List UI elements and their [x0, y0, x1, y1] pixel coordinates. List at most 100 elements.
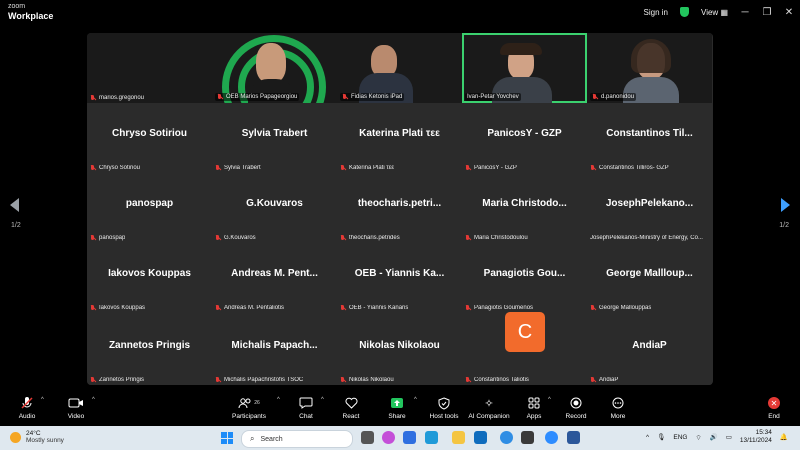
- maximize-button[interactable]: ❐: [756, 7, 778, 18]
- participant-tile[interactable]: Maria Christodo... Maria Christodoulou: [462, 173, 587, 243]
- windows-start-icon[interactable]: [221, 432, 233, 444]
- participant-name: theocharis.petri...: [357, 198, 442, 209]
- participant-label-text: panospap: [99, 235, 126, 241]
- participant-label-text: Katerina Plati τεε: [349, 165, 395, 171]
- previous-page-arrow-icon[interactable]: [10, 198, 19, 212]
- edge-icon[interactable]: [403, 431, 416, 444]
- end-meeting-button[interactable]: ✕ End: [749, 396, 799, 420]
- participant-label: OEB Marios Papageorgiou: [215, 93, 300, 101]
- participant-tile[interactable]: panospap panospap: [87, 173, 212, 243]
- sign-in-link[interactable]: Sign in: [644, 8, 668, 17]
- participants-count: 26: [254, 400, 260, 406]
- zoom-icon[interactable]: [545, 431, 558, 444]
- ai-companion-label: AI Companion: [468, 413, 510, 420]
- participant-tile-active-speaker[interactable]: Ivan-Petar Yovchev: [462, 33, 587, 107]
- participant-tile[interactable]: George Mallloup... George Mallouppas: [587, 243, 712, 313]
- participant-name: Maria Christodo...: [482, 198, 567, 209]
- close-button[interactable]: ✕: [778, 7, 800, 18]
- react-button[interactable]: React: [326, 396, 376, 420]
- participant-label: Fidias Ketonis iPad: [340, 93, 405, 101]
- participant-label: Maria Christodoulou: [465, 235, 528, 241]
- speaker-icon[interactable]: 🔊: [710, 433, 718, 441]
- participant-tile[interactable]: Fidias Ketonis iPad: [337, 33, 462, 107]
- participant-tile[interactable]: d.panonidou: [587, 33, 712, 107]
- audio-options-chevron-icon[interactable]: ^: [41, 397, 44, 403]
- store-icon[interactable]: [425, 431, 438, 444]
- participants-button[interactable]: 26 Participants: [224, 396, 274, 420]
- next-page-arrow-icon[interactable]: [781, 198, 790, 212]
- participant-name: Chryso Sotiriou: [111, 128, 187, 139]
- participant-tile[interactable]: marios.gregoriou: [87, 33, 212, 103]
- participant-tile[interactable]: Chryso Sotiriou Chryso Sotiriou: [87, 103, 212, 173]
- notification-bell-icon[interactable]: 🔔: [780, 433, 788, 441]
- participant-label: panospap: [90, 235, 125, 241]
- participant-label-text: JosephPelekanos-Ministry of Energy, Co..…: [590, 235, 703, 241]
- participant-tile[interactable]: AndiaP AndiaP: [587, 315, 712, 385]
- more-button[interactable]: More: [593, 396, 643, 420]
- outlook-icon[interactable]: [474, 431, 487, 444]
- participant-label-text: Fidias Ketonis iPad: [351, 94, 403, 100]
- participant-name: Katerina Plati τεε: [359, 128, 440, 139]
- muted-mic-icon: [590, 305, 596, 311]
- taskbar-search[interactable]: ⌕ Search: [241, 430, 353, 448]
- participant-label-text: d.panonidou: [601, 94, 635, 100]
- microphone-icon[interactable]: 🎙: [657, 433, 665, 441]
- chat-options-chevron-icon[interactable]: ^: [321, 397, 324, 403]
- weather-widget[interactable]: 24°C Mostly sunny: [10, 430, 64, 444]
- participant-video: [359, 73, 413, 107]
- participant-tile[interactable]: Nikolas Nikolaou Nikolas Nikolaou: [337, 315, 462, 385]
- video-options-chevron-icon[interactable]: ^: [92, 397, 95, 403]
- participant-label-text: Michalis Papachristofis TSOC: [224, 377, 304, 383]
- minimize-button[interactable]: ─: [734, 7, 756, 18]
- ai-companion-button[interactable]: ✧ AI Companion: [464, 396, 514, 421]
- word-icon[interactable]: [567, 431, 580, 444]
- clock[interactable]: 15:34 13/11/2024: [740, 429, 772, 445]
- participant-label: Zannetos Pringis: [90, 377, 144, 383]
- share-options-chevron-icon[interactable]: ^: [414, 397, 417, 403]
- participant-tile[interactable]: Constantinos Til... Constantinos Tilliros…: [587, 103, 712, 173]
- app-icon[interactable]: [521, 431, 534, 444]
- system-tray: ^ 🎙 ENG ⌔ 🔊 ▭ 15:34 13/11/2024 🔔: [642, 429, 792, 445]
- participant-label-text: Iakovos Kouppas: [99, 305, 146, 311]
- battery-icon[interactable]: ▭: [726, 433, 732, 441]
- sparkle-icon: ✧: [484, 397, 494, 410]
- language-indicator[interactable]: ENG: [673, 434, 687, 441]
- search-placeholder: Search: [260, 435, 283, 443]
- muted-mic-icon: [590, 377, 596, 383]
- audio-button[interactable]: Audio: [2, 396, 52, 420]
- participants-icon: [238, 398, 251, 409]
- participant-tile[interactable]: Panagiotis Gou... Panagiotis Goumenos: [462, 243, 587, 313]
- view-button[interactable]: View ▦: [701, 8, 728, 17]
- host-tools-button[interactable]: Host tools: [419, 396, 469, 420]
- participant-tile[interactable]: Michalis Papach... Michalis Papachristofi…: [212, 315, 337, 385]
- participant-tile[interactable]: G.Kouvaros G.Kouvaros: [212, 173, 337, 243]
- participant-tile[interactable]: OEB Marios Papageorgiou: [212, 33, 337, 139]
- participant-tile[interactable]: Katerina Plati τεε Katerina Plati τεε: [337, 103, 462, 173]
- muted-mic-icon: [342, 94, 348, 100]
- participants-options-chevron-icon[interactable]: ^: [277, 397, 280, 403]
- participant-tile[interactable]: Iakovos Kouppas Iakovos Kouppas: [87, 243, 212, 313]
- participant-tile[interactable]: JosephPelekano... JosephPelekanos-Ministr…: [587, 173, 712, 243]
- participant-tile[interactable]: theocharis.petri... theocharis.petrides: [337, 173, 462, 243]
- chevron-up-icon[interactable]: ^: [646, 434, 649, 441]
- wifi-icon[interactable]: ⌔: [695, 433, 701, 442]
- task-view-icon[interactable]: [361, 431, 374, 444]
- participant-tile[interactable]: PanicosY - GZP PanicosY - GZP: [462, 103, 587, 173]
- participant-tile[interactable]: OEB - Yiannis Ka... OEB - Yiannis Kanaris: [337, 243, 462, 313]
- copilot-icon[interactable]: [382, 431, 395, 444]
- muted-mic-icon: [21, 397, 33, 409]
- muted-mic-icon: [215, 165, 221, 171]
- chrome-icon[interactable]: [500, 431, 513, 444]
- participant-label: d.panonidou: [590, 93, 637, 101]
- end-label: End: [768, 413, 780, 420]
- record-label: Record: [565, 413, 587, 420]
- participant-name: Iakovos Kouppas: [108, 268, 191, 279]
- shield-icon[interactable]: [680, 7, 689, 17]
- record-icon: [570, 397, 582, 409]
- participant-tile[interactable]: Zannetos Pringis Zannetos Pringis: [87, 315, 212, 385]
- participant-tile[interactable]: Sylvia Trabert Sylvia Trabert: [212, 103, 337, 173]
- participant-tile[interactable]: C Constantinos Taliotis: [462, 312, 587, 385]
- participant-tile[interactable]: Andreas M. Pent... Andreas M. Pentaliotis: [212, 243, 337, 313]
- more-icon: [612, 397, 624, 409]
- file-explorer-icon[interactable]: [452, 431, 465, 444]
